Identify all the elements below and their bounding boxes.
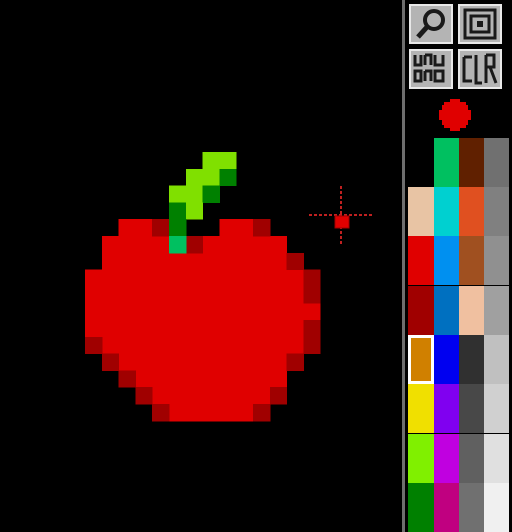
palette-swatch[interactable] <box>484 384 509 433</box>
palette-swatch[interactable] <box>408 286 434 335</box>
clear-glyph-icon <box>462 53 498 85</box>
palette-swatch[interactable] <box>459 483 484 532</box>
palette-swatch[interactable] <box>408 138 434 187</box>
palette-swatch[interactable] <box>408 483 434 532</box>
drawing-canvas[interactable] <box>0 0 402 532</box>
magnifier-icon <box>416 9 445 39</box>
palette-swatch[interactable] <box>459 434 484 483</box>
current-color-indicator <box>439 99 471 131</box>
palette-swatch[interactable] <box>459 138 484 187</box>
palette-swatch[interactable] <box>484 434 509 483</box>
undo-tool-button[interactable] <box>409 49 453 89</box>
palette-swatch[interactable] <box>408 384 434 433</box>
palette-swatch[interactable] <box>484 483 509 532</box>
palette-swatch[interactable] <box>408 434 434 483</box>
palette-swatch[interactable] <box>434 483 459 532</box>
palette-swatch[interactable] <box>459 286 484 335</box>
palette-swatch[interactable] <box>459 384 484 433</box>
concentric-square-icon <box>463 8 497 40</box>
palette-swatch[interactable] <box>434 384 459 433</box>
palette-swatch[interactable] <box>459 236 484 285</box>
crosshair-icon <box>309 186 372 244</box>
clear-tool-button[interactable] <box>458 49 502 89</box>
fill-tool-button[interactable] <box>458 4 502 44</box>
zoom-tool-button[interactable] <box>409 4 453 44</box>
palette-swatch[interactable] <box>459 335 484 384</box>
palette-swatch[interactable] <box>434 187 459 236</box>
palette-swatch[interactable] <box>408 187 434 236</box>
palette-swatch[interactable] <box>434 236 459 285</box>
undo-glyph-icon <box>413 53 445 83</box>
palette-swatch[interactable] <box>434 286 459 335</box>
palette-swatch[interactable] <box>408 335 434 384</box>
palette-swatch[interactable] <box>484 335 509 384</box>
apple-artwork <box>85 152 321 422</box>
palette-swatch[interactable] <box>484 187 509 236</box>
palette-swatch[interactable] <box>484 286 509 335</box>
palette-swatch[interactable] <box>434 434 459 483</box>
palette-swatch[interactable] <box>434 138 459 187</box>
palette-swatch[interactable] <box>484 236 509 285</box>
palette-swatch[interactable] <box>484 138 509 187</box>
palette-swatch[interactable] <box>408 236 434 285</box>
tool-panel <box>405 0 512 532</box>
palette-swatch[interactable] <box>459 187 484 236</box>
palette-swatch[interactable] <box>434 335 459 384</box>
